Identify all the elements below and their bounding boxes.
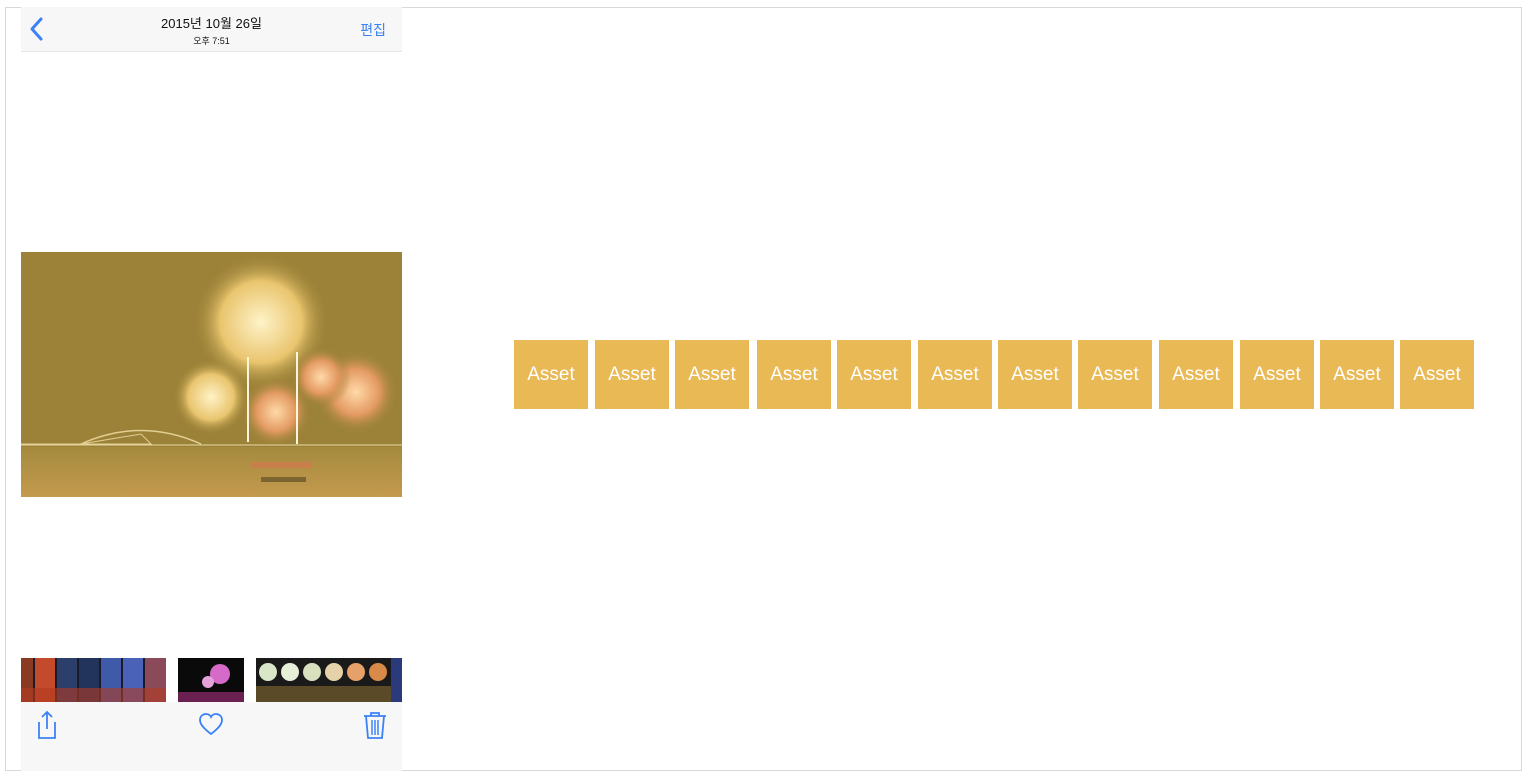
asset-tile: Asset xyxy=(1159,340,1233,409)
trash-icon[interactable] xyxy=(361,710,389,740)
thumbnail-group-2[interactable] xyxy=(256,658,402,702)
heart-icon[interactable] xyxy=(197,710,225,740)
nav-date-title: 2015년 10월 26일 xyxy=(161,16,262,31)
bottom-toolbar xyxy=(21,702,402,771)
asset-tile: Asset xyxy=(998,340,1072,409)
nav-time-subtitle: 오후 7:51 xyxy=(193,36,230,46)
edit-button[interactable]: 편집 xyxy=(360,20,386,40)
share-icon[interactable] xyxy=(33,710,61,740)
thumbnail-strip[interactable] xyxy=(21,658,402,702)
asset-tile: Asset xyxy=(1320,340,1394,409)
asset-tile: Asset xyxy=(757,340,831,409)
asset-tile: Asset xyxy=(837,340,911,409)
asset-tile: Asset xyxy=(1078,340,1152,409)
main-photo xyxy=(21,252,402,497)
asset-tile: Asset xyxy=(1400,340,1474,409)
asset-tile: Asset xyxy=(514,340,588,409)
asset-tile: Asset xyxy=(675,340,749,409)
asset-tile: Asset xyxy=(1240,340,1314,409)
photo-viewer: 2015년 10월 26일 오후 7:51 편집 xyxy=(21,7,402,771)
asset-tile: Asset xyxy=(918,340,992,409)
thumbnail-selected[interactable] xyxy=(178,658,244,702)
navigation-bar: 2015년 10월 26일 오후 7:51 편집 xyxy=(21,7,402,52)
thumbnail-group-1[interactable] xyxy=(21,658,166,702)
asset-tile: Asset xyxy=(595,340,669,409)
